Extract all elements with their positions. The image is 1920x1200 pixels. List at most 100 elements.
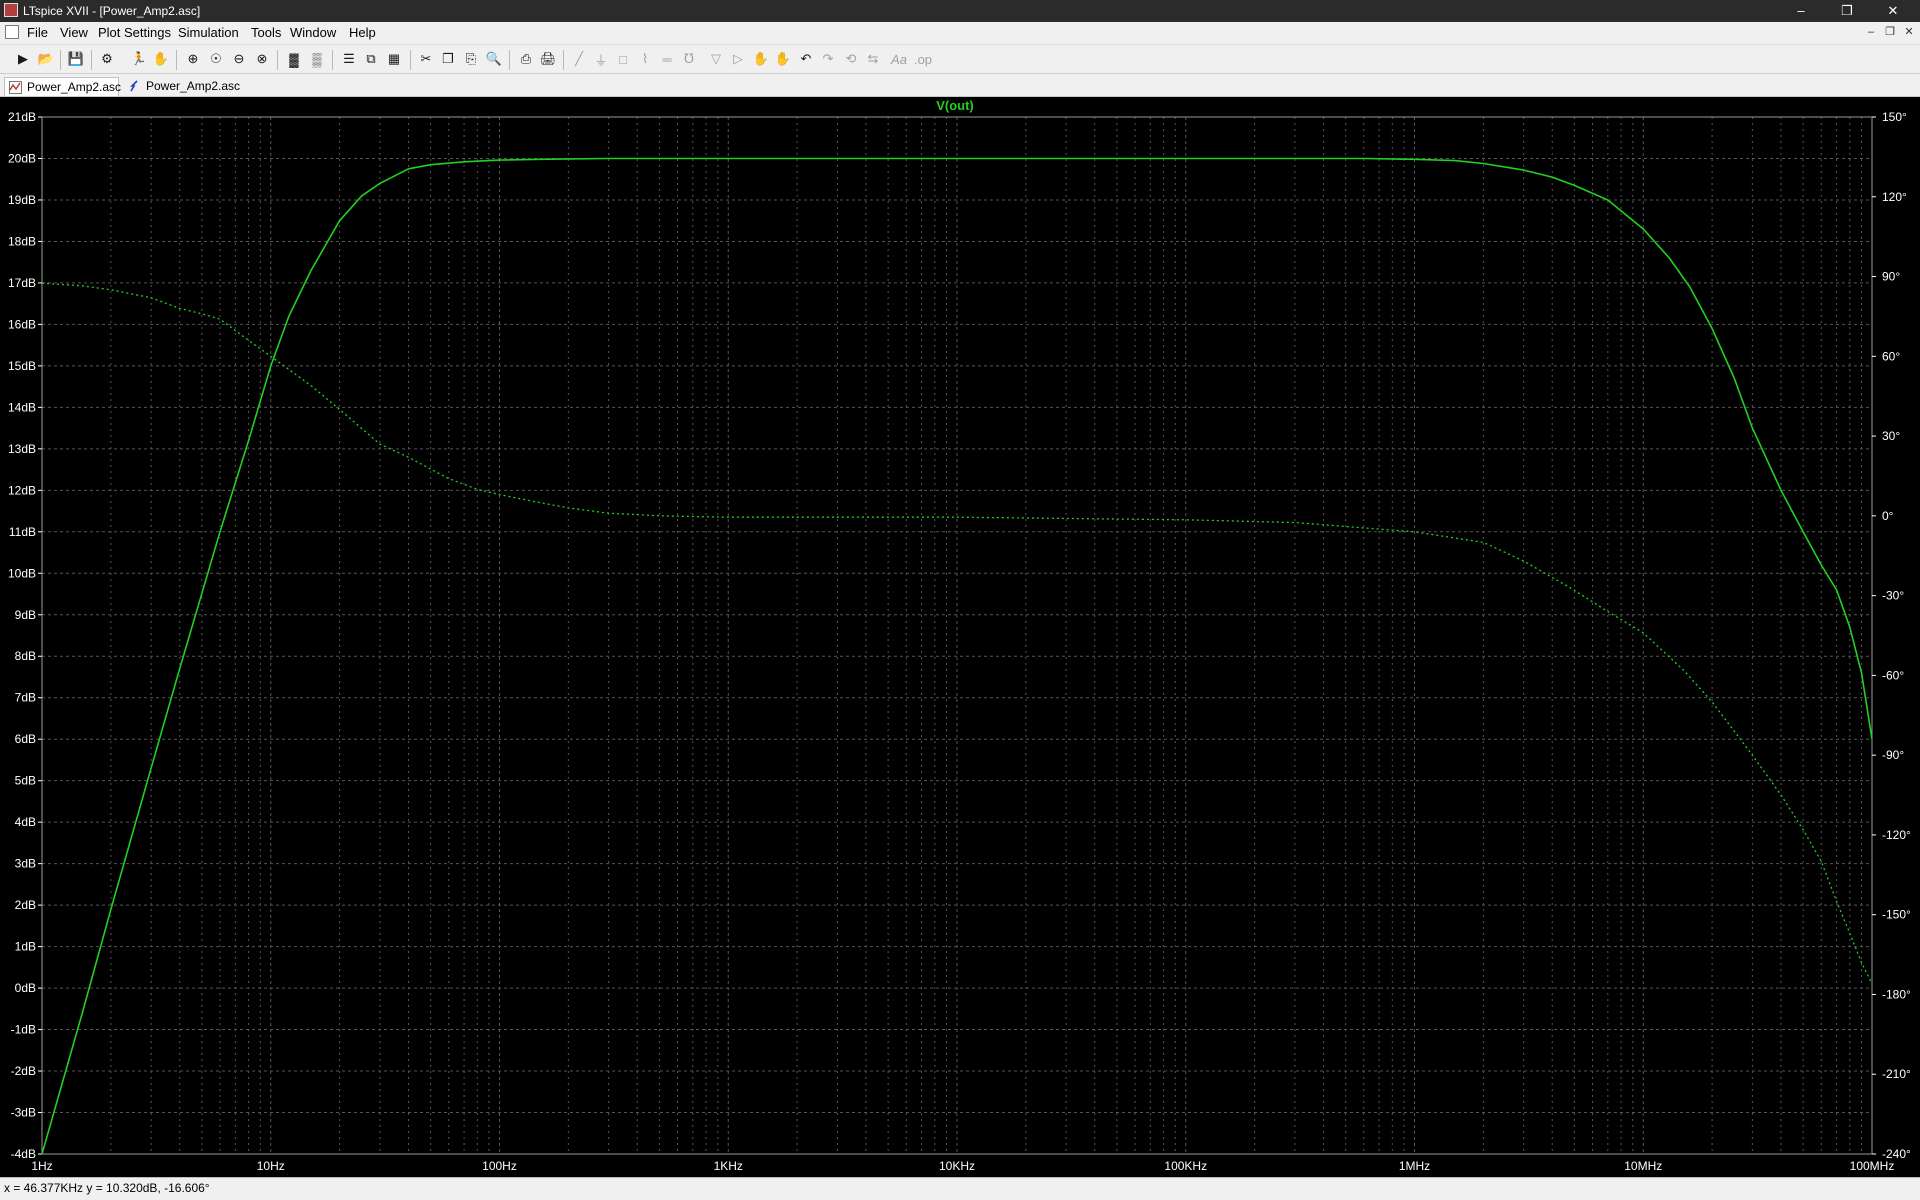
menu-simulation[interactable]: Simulation bbox=[178, 25, 239, 40]
title-bar: LTspice XVII - [Power_Amp2.asc] – ❐ ✕ bbox=[0, 0, 1920, 22]
label-net-icon[interactable]: □ bbox=[614, 50, 632, 68]
cascade-icon[interactable]: ⧉ bbox=[362, 50, 380, 68]
inductor-icon[interactable]: ℧ bbox=[680, 50, 698, 68]
y-tick-label-left: -3dB bbox=[11, 1106, 36, 1120]
x-tick-label: 100Hz bbox=[482, 1159, 517, 1173]
tick-labels: 21dB 20dB 19dB 18dB 17dB 16dB 15dB 14dB 13dB 12dB… bbox=[8, 110, 1911, 1173]
y-tick-label-left: 15dB bbox=[8, 359, 36, 373]
tile-horizontal-icon[interactable]: ☰ bbox=[340, 50, 358, 68]
x-tick-label: 10KHz bbox=[939, 1159, 975, 1173]
text-icon[interactable]: Aa bbox=[890, 50, 908, 68]
minimize-icon[interactable]: – bbox=[1778, 0, 1824, 22]
tab-label: Power_Amp2.asc bbox=[27, 80, 122, 94]
resistor-icon[interactable]: ⌇ bbox=[636, 50, 654, 68]
menu-bar: File View Plot Settings Simulation Tools… bbox=[0, 22, 1920, 43]
control-panel-icon[interactable]: ⚙ bbox=[98, 50, 116, 68]
y-tick-label-left: 3dB bbox=[15, 857, 36, 871]
mdi-close-icon[interactable]: ✕ bbox=[1900, 24, 1918, 40]
y-tick-label-left: 19dB bbox=[8, 193, 36, 207]
mirror-icon[interactable]: ⇆ bbox=[864, 50, 882, 68]
tab-waveform[interactable]: Power_Amp2.asc bbox=[4, 77, 122, 96]
y-tick-label-left: 10dB bbox=[8, 566, 36, 580]
pan-icon[interactable]: ☉ bbox=[207, 50, 225, 68]
halt-icon[interactable]: ✋ bbox=[152, 50, 170, 68]
document-icon[interactable] bbox=[5, 25, 19, 39]
y-tick-label-right: 90° bbox=[1882, 270, 1900, 284]
cut-icon[interactable]: ✂ bbox=[417, 50, 435, 68]
capacitor-icon[interactable]: ═ bbox=[658, 50, 676, 68]
zoom-out-icon[interactable]: ⊖ bbox=[230, 50, 248, 68]
copy-icon[interactable]: ❐ bbox=[439, 50, 457, 68]
x-tick-label: 1KHz bbox=[714, 1159, 743, 1173]
autorange-icon[interactable]: ▓ bbox=[285, 50, 303, 68]
drag-icon[interactable]: ✋ bbox=[774, 50, 792, 68]
component-icon[interactable]: ▷ bbox=[729, 50, 747, 68]
status-bar: x = 46.377KHz y = 10.320dB, -16.606° bbox=[0, 1177, 1920, 1200]
menu-file[interactable]: File bbox=[27, 25, 48, 40]
undo-icon[interactable]: ↶ bbox=[797, 50, 815, 68]
x-tick-label: 100MHz bbox=[1850, 1159, 1895, 1173]
trace-label-vout[interactable]: V(out) bbox=[936, 98, 974, 113]
zoom-fit-icon[interactable]: ⊗ bbox=[253, 50, 271, 68]
menu-plot-settings[interactable]: Plot Settings bbox=[98, 25, 171, 40]
y-tick-label-right: -180° bbox=[1882, 987, 1911, 1001]
y-tick-label-right: -30° bbox=[1882, 589, 1904, 603]
y-tick-label-left: 9dB bbox=[15, 608, 36, 622]
paste-icon[interactable]: ⎘ bbox=[462, 50, 480, 68]
y-tick-label-left: -1dB bbox=[11, 1023, 36, 1037]
y-tick-label-left: 1dB bbox=[15, 940, 36, 954]
mdi-restore-icon[interactable]: ❐ bbox=[1881, 24, 1899, 40]
y-tick-label-left: 6dB bbox=[15, 732, 36, 746]
y-tick-label-left: 13dB bbox=[8, 442, 36, 456]
schematic-icon bbox=[130, 80, 138, 92]
waveform-viewer[interactable]: 21dB 20dB 19dB 18dB 17dB 16dB 15dB 14dB 13dB 12dB… bbox=[0, 97, 1920, 1177]
y-tick-label-right: 150° bbox=[1882, 110, 1907, 124]
x-tick-label: 10Hz bbox=[257, 1159, 285, 1173]
x-tick-label: 1Hz bbox=[31, 1159, 52, 1173]
run-icon[interactable]: ▶ bbox=[14, 50, 32, 68]
waveform-icon bbox=[9, 81, 22, 94]
menu-view[interactable]: View bbox=[60, 25, 88, 40]
y-tick-label-left: 2dB bbox=[15, 898, 36, 912]
tab-label: Power_Amp2.asc bbox=[146, 79, 241, 93]
rotate-icon[interactable]: ⟲ bbox=[842, 50, 860, 68]
save-icon[interactable]: 💾 bbox=[67, 50, 85, 68]
y-tick-label-right: 120° bbox=[1882, 190, 1907, 204]
zoom-in-icon[interactable]: ⊕ bbox=[184, 50, 202, 68]
y-tick-label-right: 0° bbox=[1882, 509, 1894, 523]
wire-icon[interactable]: ╱ bbox=[570, 50, 588, 68]
tile-vertical-icon[interactable]: ▦ bbox=[385, 50, 403, 68]
x-tick-label: 1MHz bbox=[1399, 1159, 1430, 1173]
run-simulation-icon[interactable]: 🏃 bbox=[130, 50, 148, 68]
menu-tools[interactable]: Tools bbox=[251, 25, 281, 40]
window-title: LTspice XVII - [Power_Amp2.asc] bbox=[23, 4, 201, 18]
add-trace-icon[interactable]: ▒ bbox=[308, 50, 326, 68]
y-tick-label-left: 21dB bbox=[8, 110, 36, 124]
mdi-minimize-icon[interactable]: – bbox=[1862, 24, 1880, 40]
find-icon[interactable]: 🔍 bbox=[485, 50, 503, 68]
y-tick-label-right: 60° bbox=[1882, 349, 1900, 363]
print-preview-icon[interactable]: ⎙ bbox=[517, 50, 535, 68]
ltspice-app-icon[interactable] bbox=[4, 3, 18, 17]
move-icon[interactable]: ✋ bbox=[752, 50, 770, 68]
diode-icon[interactable]: ▽ bbox=[707, 50, 725, 68]
open-folder-icon[interactable]: 📂 bbox=[37, 50, 55, 68]
ground-icon[interactable]: ⏚ bbox=[592, 50, 610, 68]
y-tick-label-right: -60° bbox=[1882, 668, 1904, 682]
tab-schematic[interactable]: Power_Amp2.asc bbox=[124, 77, 241, 96]
bode-plot[interactable]: 21dB 20dB 19dB 18dB 17dB 16dB 15dB 14dB 13dB 12dB… bbox=[0, 97, 1920, 1177]
y-tick-label-left: 7dB bbox=[15, 691, 36, 705]
redo-icon[interactable]: ↷ bbox=[819, 50, 837, 68]
y-tick-label-left: 14dB bbox=[8, 400, 36, 414]
y-tick-label-right: -210° bbox=[1882, 1067, 1911, 1081]
print-icon[interactable]: 🖨 bbox=[539, 50, 557, 68]
y-tick-label-left: 20dB bbox=[8, 151, 36, 165]
menu-help[interactable]: Help bbox=[349, 25, 376, 40]
menu-window[interactable]: Window bbox=[290, 25, 336, 40]
y-tick-label-left: 11dB bbox=[9, 525, 36, 539]
restore-icon[interactable]: ❐ bbox=[1824, 0, 1870, 22]
grid-layer bbox=[41, 116, 1873, 1155]
spice-directive-icon[interactable]: .op bbox=[914, 50, 932, 68]
y-tick-label-left: -2dB bbox=[11, 1064, 36, 1078]
close-icon[interactable]: ✕ bbox=[1870, 0, 1916, 22]
